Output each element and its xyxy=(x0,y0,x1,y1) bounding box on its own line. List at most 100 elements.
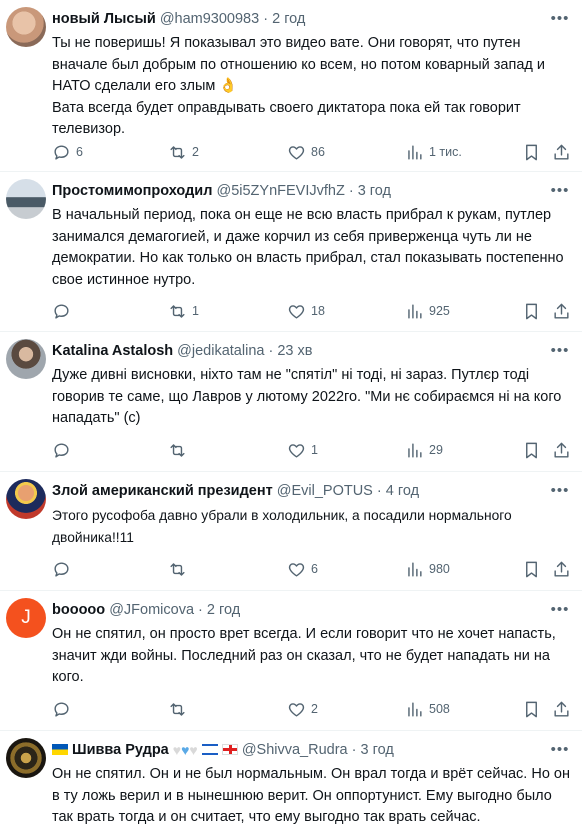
blue-heart-icon: ♥ xyxy=(181,742,190,758)
separator-dot: · xyxy=(268,343,274,359)
retweet-button[interactable] xyxy=(168,438,192,462)
like-button[interactable]: 1 xyxy=(287,438,318,462)
views-button[interactable]: 980 xyxy=(405,557,450,581)
reply-tweet[interactable]: новый Лысый @ham9300983 · 2 год ••• Ты н… xyxy=(0,0,582,172)
share-button[interactable] xyxy=(552,697,571,721)
tweet-text: Он не спятил, он просто врет всегда. И е… xyxy=(52,626,556,685)
bar-chart-icon xyxy=(408,144,422,160)
white-heart-icon: ♥ xyxy=(172,742,182,758)
reply-tweet[interactable]: Злой американский президент @Evil_POTUS … xyxy=(0,472,582,591)
tweet-text: Ты не поверишь! Я показывал это видео ва… xyxy=(52,35,545,137)
reply-tweet[interactable]: Простомимопроходил @5i5ZYnFEVIJvfhZ · 3 … xyxy=(0,172,582,332)
display-name[interactable]: booooo xyxy=(52,602,105,618)
display-name[interactable]: Шивва Рудра xyxy=(72,742,169,758)
more-icon[interactable]: ••• xyxy=(548,6,572,30)
retweet-button[interactable]: 1 xyxy=(168,299,199,323)
user-handle[interactable]: @Shivva_Rudra xyxy=(242,742,348,758)
timestamp[interactable]: 23 хв xyxy=(277,343,312,359)
user-handle[interactable]: @jedikatalina xyxy=(177,343,264,359)
views-button[interactable]: 29 xyxy=(405,438,443,462)
timestamp[interactable]: 3 год xyxy=(361,742,394,758)
views-button[interactable]: 925 xyxy=(405,299,450,323)
bookmark-icon xyxy=(526,144,537,160)
tweet-header: Простомимопроходил @5i5ZYnFEVIJvfhZ · 3 … xyxy=(52,181,542,201)
like-count: 86 xyxy=(311,145,325,159)
timestamp[interactable]: 3 год xyxy=(358,183,391,199)
user-handle[interactable]: @ham9300983 xyxy=(160,11,259,27)
action-bar: 1 18 925 xyxy=(52,299,580,323)
heart-icon xyxy=(288,562,305,577)
bar-chart-icon xyxy=(408,701,422,717)
reply-icon xyxy=(54,442,69,458)
views-button[interactable]: 1 тис. xyxy=(405,140,462,164)
views-count: 925 xyxy=(429,304,450,318)
avatar[interactable] xyxy=(6,339,46,379)
user-handle[interactable]: @JFomicova xyxy=(109,602,194,618)
timestamp[interactable]: 2 год xyxy=(272,11,305,27)
bookmark-button[interactable] xyxy=(522,299,541,323)
timestamp[interactable]: 2 год xyxy=(207,602,240,618)
like-button[interactable]: 2 xyxy=(287,697,318,721)
reply-button[interactable] xyxy=(52,299,76,323)
tweet-header: Katalina Astalosh @jedikatalina · 23 хв xyxy=(52,341,542,361)
reply-tweet[interactable]: Шивва Рудра ♥♥♥ @Shivva_Rudra · 3 год ••… xyxy=(0,731,582,830)
reply-button[interactable]: 6 xyxy=(52,140,83,164)
share-button[interactable] xyxy=(552,438,571,462)
share-button[interactable] xyxy=(552,299,571,323)
more-icon[interactable]: ••• xyxy=(548,178,572,202)
avatar[interactable] xyxy=(6,179,46,219)
retweet-button[interactable] xyxy=(168,557,192,581)
more-icon[interactable]: ••• xyxy=(548,338,572,362)
share-icon xyxy=(554,442,569,458)
action-bar: 6 2 86 1 тис. xyxy=(52,140,580,164)
tweet-header: новый Лысый @ham9300983 · 2 год xyxy=(52,9,542,29)
bookmark-button[interactable] xyxy=(522,557,541,581)
avatar[interactable] xyxy=(6,7,46,47)
action-bar: 6 980 xyxy=(52,557,580,581)
avatar[interactable] xyxy=(6,738,46,778)
bookmark-button[interactable] xyxy=(522,140,541,164)
reply-tweet[interactable]: J booooo @JFomicova · 2 год ••• Он не сп… xyxy=(0,591,582,731)
bar-chart-icon xyxy=(408,442,422,458)
timestamp[interactable]: 4 год xyxy=(386,483,419,499)
display-name[interactable]: Katalina Astalosh xyxy=(52,343,173,359)
action-bar: 2 508 xyxy=(52,697,580,721)
separator-dot: · xyxy=(348,183,354,199)
separator-dot: · xyxy=(263,11,269,27)
more-icon[interactable]: ••• xyxy=(548,478,572,502)
bookmark-icon xyxy=(526,701,537,717)
reply-button[interactable] xyxy=(52,557,76,581)
reply-button[interactable] xyxy=(52,697,76,721)
like-button[interactable]: 86 xyxy=(287,140,325,164)
views-button[interactable]: 508 xyxy=(405,697,450,721)
bookmark-button[interactable] xyxy=(522,697,541,721)
share-button[interactable] xyxy=(552,557,571,581)
like-count: 2 xyxy=(311,702,318,716)
avatar[interactable]: J xyxy=(6,598,46,638)
display-name[interactable]: Злой американский президент xyxy=(52,483,273,499)
retweet-button[interactable]: 2 xyxy=(168,140,199,164)
reply-icon xyxy=(54,701,69,717)
user-handle[interactable]: @5i5ZYnFEVIJvfhZ xyxy=(216,183,344,199)
user-handle[interactable]: @Evil_POTUS xyxy=(277,483,373,499)
display-name[interactable]: Простомимопроходил xyxy=(52,183,212,199)
retweet-button[interactable] xyxy=(168,697,192,721)
more-icon[interactable]: ••• xyxy=(548,597,572,621)
more-icon[interactable]: ••• xyxy=(548,737,572,761)
tweet-text: В начальный период, пока он еще не всю в… xyxy=(52,207,564,288)
bookmark-button[interactable] xyxy=(522,438,541,462)
tweet-text: Дуже дивні висновки, ніхто там не "спяті… xyxy=(52,367,562,426)
views-count: 29 xyxy=(429,443,443,457)
share-icon xyxy=(554,701,569,717)
display-name[interactable]: новый Лысый xyxy=(52,11,156,27)
retweet-count: 1 xyxy=(192,304,199,318)
avatar[interactable] xyxy=(6,479,46,519)
reply-tweet[interactable]: Katalina Astalosh @jedikatalina · 23 хв … xyxy=(0,332,582,472)
ukraine-flag-icon xyxy=(52,744,68,755)
like-button[interactable]: 6 xyxy=(287,557,318,581)
share-button[interactable] xyxy=(552,140,571,164)
reply-button[interactable] xyxy=(52,438,76,462)
share-icon xyxy=(554,144,569,160)
tweet-header: Шивва Рудра ♥♥♥ @Shivva_Rudra · 3 год xyxy=(52,740,542,760)
like-button[interactable]: 18 xyxy=(287,299,325,323)
